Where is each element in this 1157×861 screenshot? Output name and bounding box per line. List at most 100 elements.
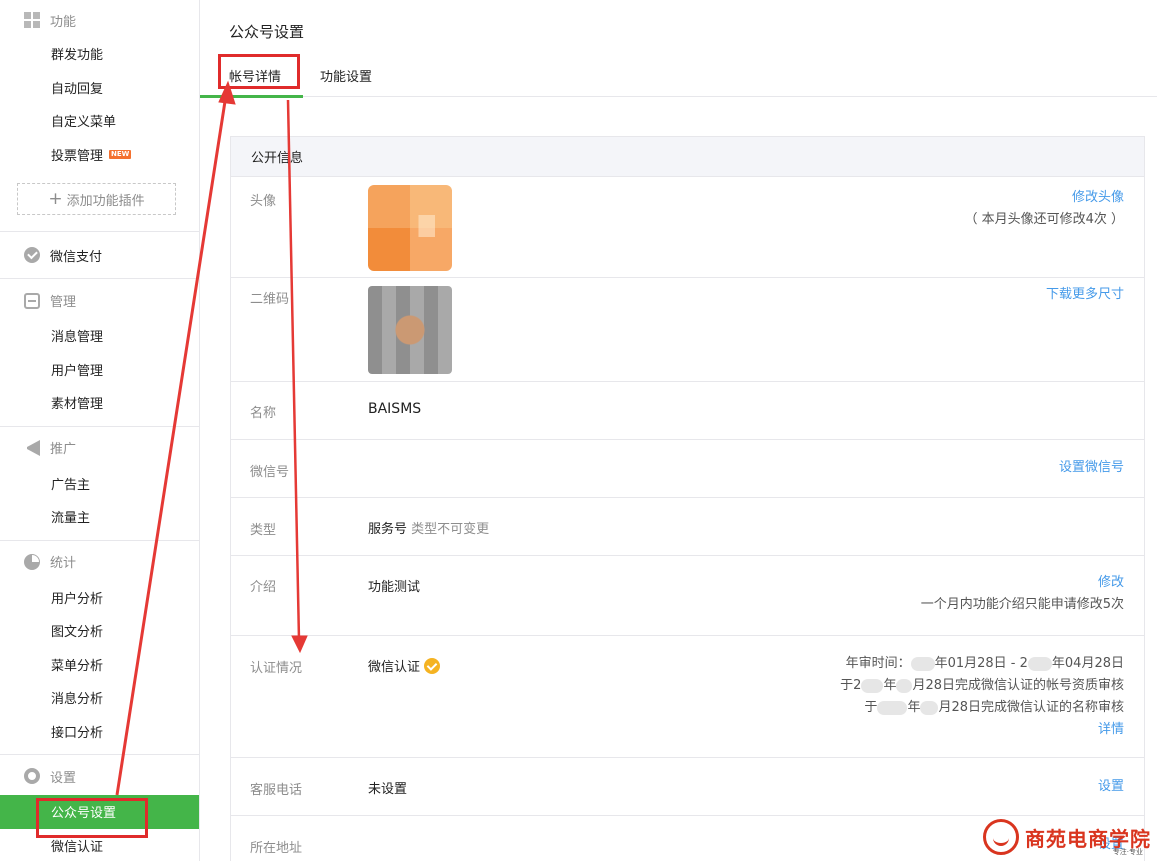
- avatar: [368, 185, 452, 271]
- phone-value: 未设置: [368, 782, 408, 797]
- sidebar-item-menu-analytics[interactable]: 菜单分析: [0, 648, 199, 682]
- add-plugin-button[interactable]: + 添加功能插件: [17, 183, 176, 215]
- row-label: 介绍: [250, 580, 277, 595]
- row-label: 所在地址: [250, 841, 303, 856]
- sidebar-group-stats: 统计 用户分析 图文分析 菜单分析 消息分析 接口分析: [0, 541, 199, 755]
- row-label: 头像: [250, 194, 277, 209]
- text: 年04月28日: [1051, 656, 1124, 671]
- redacted: [920, 700, 939, 715]
- row-intro: 介绍 功能测试 修改 一个月内功能介绍只能申请修改5次: [231, 556, 1144, 636]
- avatar-actions: 修改头像 （ 本月头像还可修改4次 ）: [964, 187, 1124, 231]
- sidebar-item-users[interactable]: 用户管理: [0, 353, 199, 387]
- sidebar-group-title: 推广: [50, 442, 77, 457]
- row-name: 名称 BAISMS: [231, 382, 1144, 440]
- verification-details-link[interactable]: 详情: [840, 719, 1124, 741]
- sidebar-item-label: 自定义菜单: [51, 115, 117, 131]
- sidebar-item-label: 用户分析: [51, 591, 104, 607]
- set-phone-link[interactable]: 设置: [1098, 776, 1124, 798]
- row-label: 客服电话: [250, 783, 303, 798]
- gear-icon: [24, 768, 40, 784]
- qrcode-actions: 下载更多尺寸: [1046, 284, 1124, 306]
- sidebar-item-mass-send[interactable]: 群发功能: [0, 37, 199, 71]
- account-type: 服务号 类型不可变更: [368, 518, 489, 537]
- watermark-logo-icon: [983, 819, 1019, 855]
- wechat-pay-icon: [24, 247, 40, 263]
- row-verification: 认证情况 微信认证 年审时间： 年01月28日 - 2 年04月28日 于2 年月28…: [231, 636, 1144, 758]
- redacted: [1027, 656, 1052, 671]
- new-badge: NEW: [109, 149, 132, 159]
- grid-icon: [24, 12, 40, 28]
- sidebar-item-label: 投票管理: [51, 148, 104, 164]
- sidebar-item-auto-reply[interactable]: 自动回复: [0, 71, 199, 105]
- name-review-line: 于 年 月28日完成微信认证的名称审核: [840, 697, 1124, 719]
- panel-title: 公开信息: [231, 137, 1144, 177]
- row-label: 二维码: [250, 292, 290, 307]
- megaphone-icon: [24, 439, 40, 456]
- sidebar-item-api-analytics[interactable]: 接口分析: [0, 715, 199, 749]
- change-avatar-link[interactable]: 修改头像: [964, 187, 1124, 209]
- qualification-review-line: 于2 年月28日完成微信认证的帐号资质审核: [840, 675, 1124, 697]
- avatar-note: （ 本月头像还可修改4次 ）: [964, 212, 1124, 227]
- sidebar-item-label: 微信认证: [51, 839, 104, 855]
- row-label: 认证情况: [250, 661, 303, 676]
- watermark: 商苑电商学院 专注·专业: [983, 819, 1151, 856]
- sidebar-item-publisher[interactable]: 流量主: [0, 500, 199, 534]
- sidebar-item-label: 广告主: [51, 477, 91, 493]
- annual-review-line: 年审时间： 年01月28日 - 2 年04月28日: [840, 653, 1124, 675]
- sidebar-item-label: 群发功能: [51, 48, 104, 64]
- highlight-box-sidebar: [36, 798, 148, 838]
- redacted: [877, 700, 908, 715]
- add-plugin-label: 添加功能插件: [66, 193, 145, 209]
- intro-actions: 修改 一个月内功能介绍只能申请修改5次: [921, 572, 1124, 616]
- redacted: [896, 678, 913, 693]
- sidebar-item-article-analytics[interactable]: 图文分析: [0, 614, 199, 648]
- sidebar-group-title: 统计: [50, 556, 77, 571]
- text: 年01月28日 - 2: [934, 656, 1028, 671]
- page-title: 公众号设置: [229, 23, 305, 41]
- sidebar-item-advertiser[interactable]: 广告主: [0, 467, 199, 501]
- text: 于2: [840, 678, 862, 693]
- sidebar-item-wechat-pay[interactable]: 微信支付: [0, 236, 199, 274]
- plus-icon: +: [48, 188, 63, 209]
- row-phone: 客服电话 未设置 设置: [231, 758, 1144, 816]
- inbox-icon: [24, 293, 40, 309]
- sidebar-group-header: 功能: [0, 10, 199, 30]
- text: 年审时间：: [845, 656, 911, 671]
- sidebar-item-label: 流量主: [51, 511, 91, 527]
- account-name: BAISMS: [368, 401, 422, 417]
- sidebar-item-user-analytics[interactable]: 用户分析: [0, 581, 199, 615]
- active-tab-indicator: [200, 95, 303, 98]
- verification-value: 微信认证: [368, 656, 441, 675]
- row-avatar: 头像 修改头像 （ 本月头像还可修改4次 ）: [231, 177, 1144, 278]
- row-type: 类型 服务号 类型不可变更: [231, 498, 1144, 556]
- sidebar-item-messages[interactable]: 消息管理: [0, 319, 199, 353]
- redacted: [861, 678, 884, 693]
- sidebar-group-wechat-pay: 微信支付: [0, 232, 199, 279]
- text: 月28日完成微信认证的名称审核: [938, 700, 1124, 715]
- sidebar-group-title: 功能: [50, 14, 77, 30]
- watermark-sub: 专注·专业: [1112, 848, 1143, 856]
- text: 月28日完成微信认证的帐号资质审核: [912, 678, 1124, 693]
- set-wechat-id-link[interactable]: 设置微信号: [1059, 457, 1124, 479]
- sidebar-group-header: 推广: [0, 429, 199, 467]
- phone-actions: 设置: [1098, 776, 1124, 798]
- sidebar-item-message-analytics[interactable]: 消息分析: [0, 681, 199, 715]
- sidebar-group-promote: 推广 广告主 流量主: [0, 427, 199, 541]
- row-label: 微信号: [250, 465, 290, 480]
- sidebar-item-vote[interactable]: 投票管理 NEW: [0, 138, 199, 172]
- public-info-panel: 公开信息 头像 修改头像 （ 本月头像还可修改4次 ） 二维码 下载更多尺寸 名…: [230, 136, 1145, 861]
- text: 于: [864, 700, 878, 715]
- row-label: 类型: [250, 523, 277, 538]
- row-wechat-id: 微信号 设置微信号: [231, 440, 1144, 498]
- sidebar-item-label: 接口分析: [51, 725, 104, 741]
- edit-intro-link[interactable]: 修改: [921, 572, 1124, 594]
- tab-feature-settings[interactable]: 功能设置: [320, 54, 372, 97]
- sidebar-group-title: 微信支付: [50, 249, 103, 265]
- sidebar-item-label: 消息管理: [51, 330, 104, 346]
- download-sizes-link[interactable]: 下载更多尺寸: [1046, 284, 1124, 306]
- sidebar-item-materials[interactable]: 素材管理: [0, 386, 199, 420]
- sidebar-item-label: 用户管理: [51, 363, 104, 379]
- sidebar-item-custom-menu[interactable]: 自定义菜单: [0, 104, 199, 138]
- qrcode-image: [368, 286, 452, 374]
- redacted: [910, 656, 935, 671]
